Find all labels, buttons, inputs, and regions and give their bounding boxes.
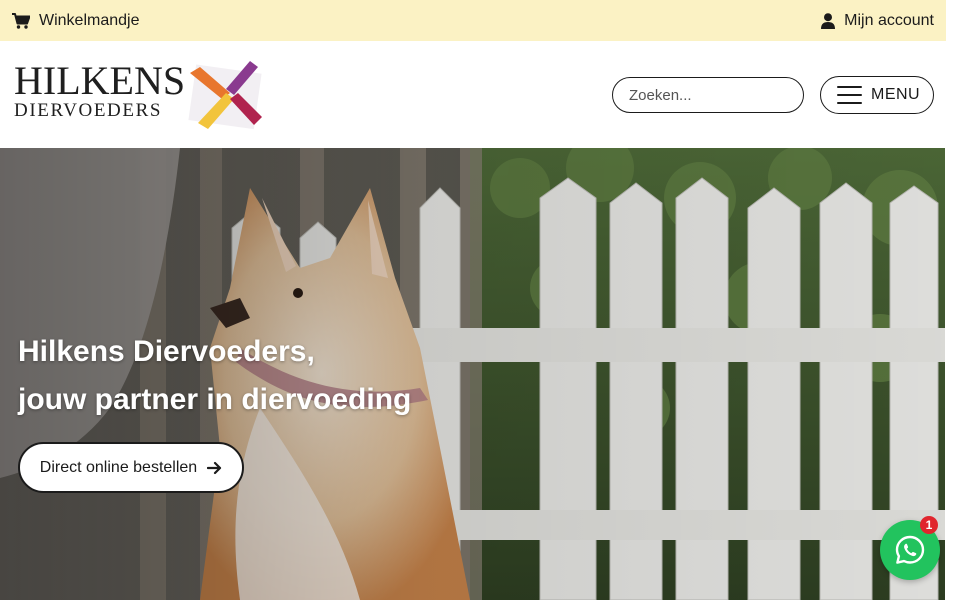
logo-line2: DIERVOEDERS bbox=[14, 100, 163, 121]
menu-button[interactable]: MENU bbox=[820, 76, 934, 114]
logo-line1: HILKENS bbox=[14, 58, 186, 103]
search-input[interactable] bbox=[629, 86, 828, 104]
cart-label: Winkelmandje bbox=[39, 11, 140, 29]
hero-title: Hilkens Diervoeders, jouw partner in die… bbox=[18, 328, 411, 424]
hamburger-icon bbox=[837, 86, 862, 104]
hero-banner: Hilkens Diervoeders, jouw partner in die… bbox=[0, 148, 945, 600]
logo-wordmark: HILKENS DIERVOEDERS bbox=[14, 58, 186, 122]
whatsapp-icon bbox=[895, 535, 925, 564]
menu-label: MENU bbox=[871, 86, 921, 103]
order-online-button[interactable]: Direct online bestellen bbox=[18, 442, 244, 493]
shopping-cart-icon bbox=[12, 12, 30, 29]
user-icon bbox=[821, 12, 836, 29]
account-label: Mijn account bbox=[844, 11, 934, 29]
hero-title-line2: jouw partner in diervoeding bbox=[18, 383, 412, 416]
page-gutter bbox=[946, 0, 960, 600]
site-header: HILKENS DIERVOEDERS MENU bbox=[0, 41, 946, 148]
logo-mark-icon bbox=[188, 61, 262, 130]
search-box bbox=[612, 77, 849, 113]
account-link[interactable]: Mijn account bbox=[821, 12, 934, 30]
top-bar: Winkelmandje Mijn account bbox=[0, 0, 946, 41]
notification-badge: 1 bbox=[920, 516, 938, 534]
cart-link[interactable]: Winkelmandje bbox=[12, 12, 139, 30]
hero-title-line1: Hilkens Diervoeders, bbox=[18, 335, 315, 368]
cta-label: Direct online bestellen bbox=[39, 458, 198, 476]
arrow-right-icon bbox=[207, 461, 222, 474]
site-logo[interactable]: HILKENS DIERVOEDERS bbox=[14, 59, 264, 133]
